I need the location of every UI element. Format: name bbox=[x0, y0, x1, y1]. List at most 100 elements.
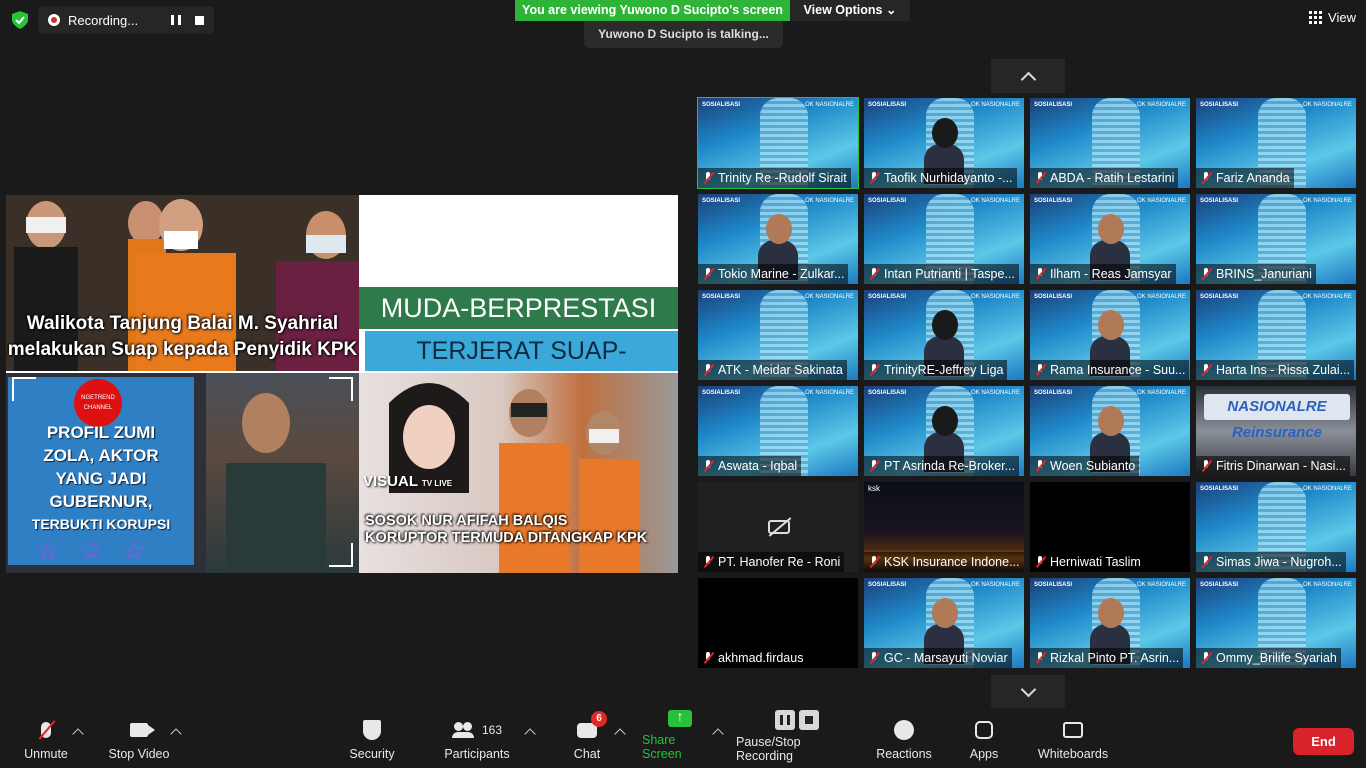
participant-tile[interactable]: SOSIALISASI OK NASIONALRE Rizkal Pinto PT.… bbox=[1030, 578, 1190, 668]
muted-mic-icon bbox=[702, 460, 714, 472]
participants-options-caret[interactable] bbox=[524, 728, 536, 740]
participant-name: ABDA - Ratih Lestarini bbox=[1030, 168, 1179, 188]
participant-name: Fariz Ananda bbox=[1196, 168, 1294, 188]
view-button[interactable]: View bbox=[1309, 10, 1356, 25]
participant-tile[interactable]: Herniwati Taslim bbox=[1030, 482, 1190, 572]
stop-recording-icon[interactable] bbox=[195, 15, 204, 25]
participant-name-text: Woen Subianto bbox=[1050, 459, 1136, 473]
participants-label: Participants bbox=[444, 747, 510, 761]
participant-tile[interactable]: PT. Hanofer Re - Roni bbox=[698, 482, 858, 572]
profil-text: PROFIL ZUMI ZOLA, AKTOR YANG JADI GUBERN… bbox=[8, 421, 194, 536]
security-label: Security bbox=[349, 747, 395, 761]
view-options-button[interactable]: View Options ⌄ bbox=[790, 0, 910, 21]
muted-mic-icon bbox=[868, 556, 880, 568]
participant-name: Rizkal Pinto PT. Asrin... bbox=[1030, 648, 1184, 668]
participant-tile[interactable]: SOSIALISASI OK NASIONALRE Rama Insurance -… bbox=[1030, 290, 1190, 380]
muted-mic-icon bbox=[868, 652, 880, 664]
background-title: SOSIALISASI bbox=[1034, 102, 1073, 108]
participant-tile[interactable]: SOSIALISASI OK NASIONALRE Tokio Marine - Z… bbox=[698, 194, 858, 284]
background-logo: OK NASIONALRE bbox=[804, 294, 854, 300]
participant-name: Trinity Re -Rudolf Sirait bbox=[698, 168, 851, 188]
encryption-shield-icon[interactable] bbox=[8, 8, 32, 32]
pause-stop-recording-button[interactable]: Pause/Stop Recording bbox=[736, 708, 858, 768]
participant-tile[interactable]: SOSIALISASI OK NASIONALRE Aswata - Iqbal bbox=[698, 386, 858, 476]
participant-name: BRINS_Januriani bbox=[1196, 264, 1316, 284]
participants-button[interactable]: 163 Participants bbox=[444, 708, 510, 768]
participant-name-text: PT. Hanofer Re - Roni bbox=[718, 555, 841, 569]
chat-options-caret[interactable] bbox=[614, 728, 626, 740]
share-screen-button[interactable]: Share Screen bbox=[642, 708, 718, 768]
background-logo: OK NASIONALRE bbox=[970, 294, 1020, 300]
participant-tile[interactable]: SOSIALISASI OK NASIONALRE Fariz Ananda bbox=[1196, 98, 1356, 188]
participant-name-text: Harta Ins - Rissa Zulai... bbox=[1216, 363, 1351, 377]
gallery-next-button[interactable] bbox=[991, 675, 1065, 709]
share-screen-label: Share Screen bbox=[642, 733, 682, 761]
participants-icon bbox=[451, 722, 474, 738]
view-label: View bbox=[1328, 10, 1356, 25]
gallery-prev-button[interactable] bbox=[991, 59, 1065, 93]
shared-quadrant-1: Walikota Tanjung Balai M. Syahrial melak… bbox=[6, 195, 359, 371]
participant-name-text: Intan Putrianti | Taspe... bbox=[884, 267, 1015, 281]
participant-tile[interactable]: SOSIALISASI OK NASIONALRE Woen Subianto bbox=[1030, 386, 1190, 476]
stars-decoration: ☆☆☆ bbox=[36, 535, 166, 565]
chat-button[interactable]: 6 Chat bbox=[568, 708, 607, 768]
participant-name: Fitris Dinarwan - Nasi... bbox=[1196, 456, 1350, 476]
participant-tile[interactable]: SOSIALISASI OK NASIONALRE ATK - Meidar Sak… bbox=[698, 290, 858, 380]
youtube-channel-icon: NGETREND CHANNEL bbox=[74, 379, 122, 427]
background-title: SOSIALISASI bbox=[868, 294, 907, 300]
shared-quadrant-3: NGETREND CHANNEL PROFIL ZUMI ZOLA, AKTOR… bbox=[6, 373, 359, 573]
participant-tile[interactable]: SOSIALISASI OK NASIONALRE Ommy_Brilife Sya… bbox=[1196, 578, 1356, 668]
afifah-caption-line-2: KORUPTOR TERMUDA DITANGKAP KPK bbox=[365, 530, 648, 546]
chevron-down-icon: ⌄ bbox=[885, 3, 897, 17]
participant-tile[interactable]: ksk KSK Insurance Indone... bbox=[864, 482, 1024, 572]
background-title: SOSIALISASI bbox=[868, 582, 907, 588]
participant-tile[interactable]: SOSIALISASI OK NASIONALRE PT Asrinda Re-Br… bbox=[864, 386, 1024, 476]
shared-quadrant-2: MUDA-BERPRESTASI TERJERAT SUAP-KORUPSI bbox=[359, 195, 678, 373]
participant-tile[interactable]: SOSIALISASI OK NASIONALRE Harta Ins - Riss… bbox=[1196, 290, 1356, 380]
participant-name: Harta Ins - Rissa Zulai... bbox=[1196, 360, 1355, 380]
participant-name: GC - Marsayuti Noviar bbox=[864, 648, 1012, 668]
participant-tile[interactable]: SOSIALISASI OK NASIONALRE Trinity Re -Rudo… bbox=[697, 97, 859, 189]
background-logo: OK NASIONALRE bbox=[1136, 294, 1186, 300]
profil-line: PROFIL ZUMI bbox=[46, 423, 156, 442]
apps-button[interactable]: Apps bbox=[966, 708, 1002, 768]
unmute-button[interactable]: Unmute bbox=[20, 708, 72, 768]
audio-options-caret[interactable] bbox=[72, 728, 84, 740]
city-label: ksk bbox=[868, 484, 880, 493]
recording-dot-icon bbox=[48, 14, 60, 26]
whiteboards-button[interactable]: Whiteboards bbox=[1036, 708, 1110, 768]
background-title: SOSIALISASI bbox=[868, 102, 907, 108]
pause-recording-icon[interactable] bbox=[171, 15, 181, 25]
visual-logo-sub: TV LIVE bbox=[421, 479, 453, 488]
participant-tile[interactable]: SOSIALISASI OK NASIONALRE ABDA - Ratih Les… bbox=[1030, 98, 1190, 188]
background-title: SOSIALISASI bbox=[1034, 582, 1073, 588]
background-logo: OK NASIONALRE bbox=[1302, 582, 1352, 588]
participant-tile[interactable]: SOSIALISASI OK NASIONALRE Intan Putrianti … bbox=[864, 194, 1024, 284]
participant-tile[interactable]: SOSIALISASI OK NASIONALRE Taofik Nurhidaya… bbox=[864, 98, 1024, 188]
participant-tile[interactable]: SOSIALISASI OK NASIONALRE GC - Marsayuti N… bbox=[864, 578, 1024, 668]
end-meeting-button[interactable]: End bbox=[1293, 728, 1354, 755]
stop-video-button[interactable]: Stop Video bbox=[104, 708, 174, 768]
security-button[interactable]: Security bbox=[344, 708, 400, 768]
shared-screen[interactable]: Walikota Tanjung Balai M. Syahrial melak… bbox=[6, 195, 678, 573]
participant-tile[interactable]: NASIONALRE Reinsurance Fitris Dinarwan - … bbox=[1196, 386, 1356, 476]
participant-name: Herniwati Taslim bbox=[1030, 552, 1145, 572]
muted-mic-icon bbox=[868, 172, 880, 184]
participant-name: Simas Jiwa - Nugroh... bbox=[1196, 552, 1346, 572]
muted-mic-icon bbox=[1200, 172, 1212, 184]
participant-name-text: ABDA - Ratih Lestarini bbox=[1050, 171, 1175, 185]
unmute-label: Unmute bbox=[24, 747, 68, 761]
participant-tile[interactable]: SOSIALISASI OK NASIONALRE Ilham - Reas Jam… bbox=[1030, 194, 1190, 284]
reactions-button[interactable]: Reactions bbox=[874, 708, 934, 768]
participant-tile[interactable]: akhmad.firdaus bbox=[698, 578, 858, 668]
emoji-reaction-icon bbox=[894, 720, 914, 740]
chevron-down-icon bbox=[1020, 681, 1036, 697]
profil-line: GUBERNUR, bbox=[49, 492, 153, 511]
background-logo: OK NASIONALRE bbox=[804, 198, 854, 204]
participant-tile[interactable]: SOSIALISASI OK NASIONALRE Simas Jiwa - Nug… bbox=[1196, 482, 1356, 572]
participant-tile[interactable]: SOSIALISASI OK NASIONALRE TrinityRE-Jeffre… bbox=[864, 290, 1024, 380]
participant-tile[interactable]: SOSIALISASI OK NASIONALRE BRINS_Januriani bbox=[1196, 194, 1356, 284]
recording-label: Recording... bbox=[68, 12, 139, 28]
participant-name: Aswata - Iqbal bbox=[698, 456, 802, 476]
participant-gallery: SOSIALISASI OK NASIONALRE Trinity Re -Rudo… bbox=[697, 97, 1358, 670]
